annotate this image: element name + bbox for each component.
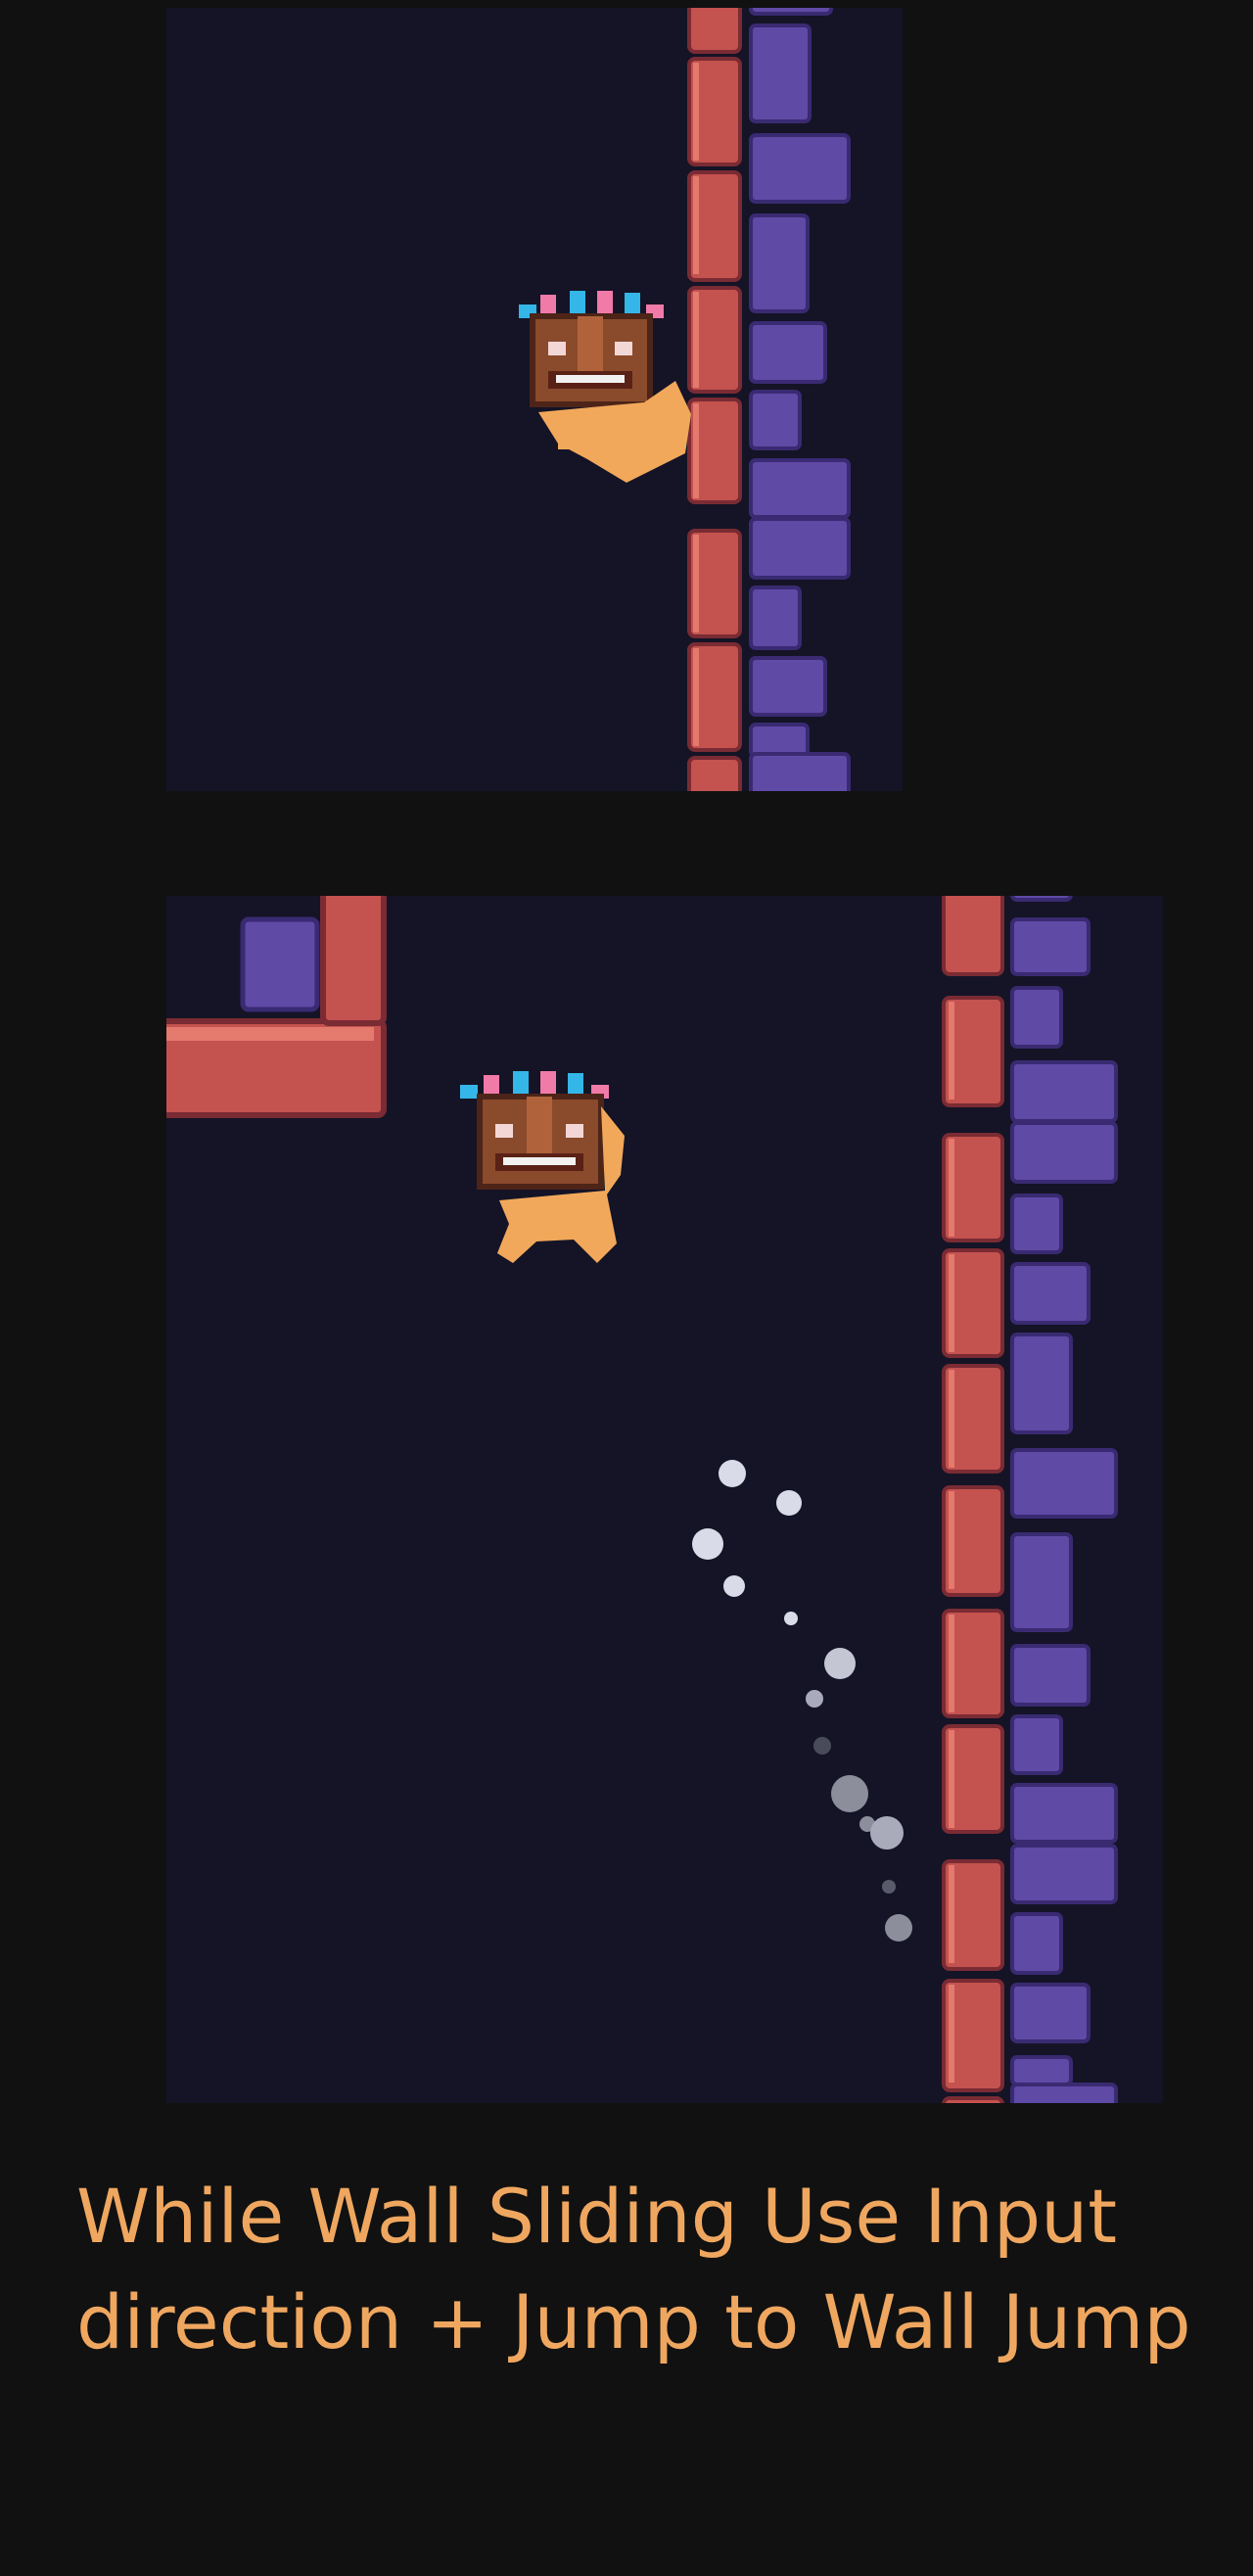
wall-slide-illustration (519, 8, 851, 791)
dust-trail (692, 1460, 912, 1942)
instruction-caption: While Wall Sliding Use Input direction +… (76, 2164, 1222, 2375)
purple-block-column (1010, 896, 1118, 2103)
wall-jump-scene (166, 896, 1163, 2103)
purple-block-column (749, 8, 851, 791)
caption-line-1: While Wall Sliding Use Input (76, 2173, 1118, 2260)
wall-jump-illustration (166, 896, 1118, 2103)
caption-line-2: direction + Jump to Wall Jump (76, 2278, 1191, 2365)
wall-slide-scene (166, 8, 903, 791)
tiki-character (519, 291, 691, 483)
left-ledge (166, 896, 387, 1118)
tiki-character (460, 1071, 625, 1263)
